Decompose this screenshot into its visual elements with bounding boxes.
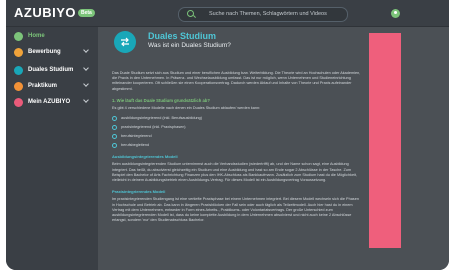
- subsection-heading: Praxisintegrierendes Modell: [112, 189, 166, 195]
- radio-circle-icon: [112, 143, 117, 149]
- article-body: Das Duale Studium setzt sich aus Studium…: [112, 71, 362, 229]
- subsection-paragraph: Im praxisintegrierenden Studiengang ist …: [112, 197, 359, 223]
- model-option-label: berufsbegleitend: [121, 143, 150, 148]
- logo-text: AZUBIYO: [14, 5, 76, 20]
- logo[interactable]: AZUBIYO Beta: [14, 6, 95, 20]
- radio-circle-icon: [112, 134, 117, 140]
- chevron-down-icon: [83, 97, 89, 103]
- page-subtitle: Was ist ein Duales Studium?: [148, 42, 231, 49]
- home-icon: [14, 31, 23, 41]
- radio-circle-icon: [112, 125, 117, 131]
- duales-studium-icon: [14, 65, 23, 75]
- model-option-label: berufsintegrierend: [121, 134, 152, 139]
- chevron-down-icon: [83, 47, 89, 53]
- model-option[interactable]: berufsintegrierend: [112, 132, 362, 141]
- radio-circle-icon: [112, 116, 117, 122]
- user-avatar[interactable]: [391, 9, 400, 18]
- duales-studium-icon: [114, 31, 136, 53]
- search-placeholder: Suche nach Themen, Schlagwörtern und Vid…: [209, 11, 327, 17]
- search-icon: [187, 10, 194, 17]
- app-window: AZUBIYO Beta Suche nach Themen, Schlagwö…: [6, 0, 449, 270]
- sidebar-item-praktikum[interactable]: Praktikum: [10, 79, 94, 93]
- subsection-heading: Ausbildungsintegrierendes Modell: [112, 154, 178, 160]
- top-bar: AZUBIYO Beta Suche nach Themen, Schlagwö…: [6, 0, 449, 27]
- sidebar-item-bewerbung[interactable]: Bewerbung: [10, 45, 94, 59]
- model-option[interactable]: praxisintegrierend (inkl. Praxisphasen): [112, 123, 362, 132]
- sidebar-item-mein-azubiyo[interactable]: Mein AZUBIYO: [10, 95, 94, 109]
- subsection-paragraph: Beim ausbildungsintegrierenden Studium u…: [112, 162, 358, 183]
- bewerbung-icon: [14, 47, 23, 57]
- advertisement-panel[interactable]: [369, 33, 401, 248]
- search-input[interactable]: Suche nach Themen, Schlagwörtern und Vid…: [178, 7, 348, 22]
- sidebar-item-label: Bewerbung: [28, 49, 61, 55]
- arrows-icon: [121, 37, 129, 47]
- praktikum-icon: [14, 81, 23, 91]
- chevron-down-icon: [83, 81, 89, 87]
- section-heading: 1. Wie läuft das Duale Studium grundsätz…: [112, 97, 210, 103]
- main-content: Duales Studium Was ist ein Duales Studiu…: [98, 27, 449, 270]
- sidebar-item-label: Mein AZUBIYO: [28, 99, 71, 105]
- sidebar-item-label: Duales Studium: [28, 67, 74, 73]
- beta-badge: Beta: [78, 9, 95, 17]
- sidebar-item-home[interactable]: Home: [10, 29, 94, 43]
- page-title: Duales Studium: [148, 31, 217, 41]
- profile-icon: [14, 97, 23, 107]
- model-option-label: praxisintegrierend (inkl. Praxisphasen): [121, 125, 186, 130]
- sidebar-item-label: Praktikum: [28, 83, 58, 89]
- sidebar: Home Bewerbung Duales Studium Praktikum …: [6, 27, 98, 270]
- section-lead: Es gibt 4 verschiedene Modelle nach dene…: [112, 106, 261, 111]
- sidebar-item-duales-studium[interactable]: Duales Studium: [10, 63, 94, 77]
- model-option[interactable]: ausbildungsintegrierend (inkl. Berufsaus…: [112, 114, 362, 123]
- model-option[interactable]: berufsbegleitend: [112, 141, 362, 150]
- chevron-down-icon: [83, 65, 89, 71]
- intro-paragraph: Das Duale Studium setzt sich aus Studium…: [112, 71, 361, 91]
- model-option-label: ausbildungsintegrierend (inkl. Berufsaus…: [121, 116, 203, 121]
- sidebar-item-label: Home: [28, 33, 45, 39]
